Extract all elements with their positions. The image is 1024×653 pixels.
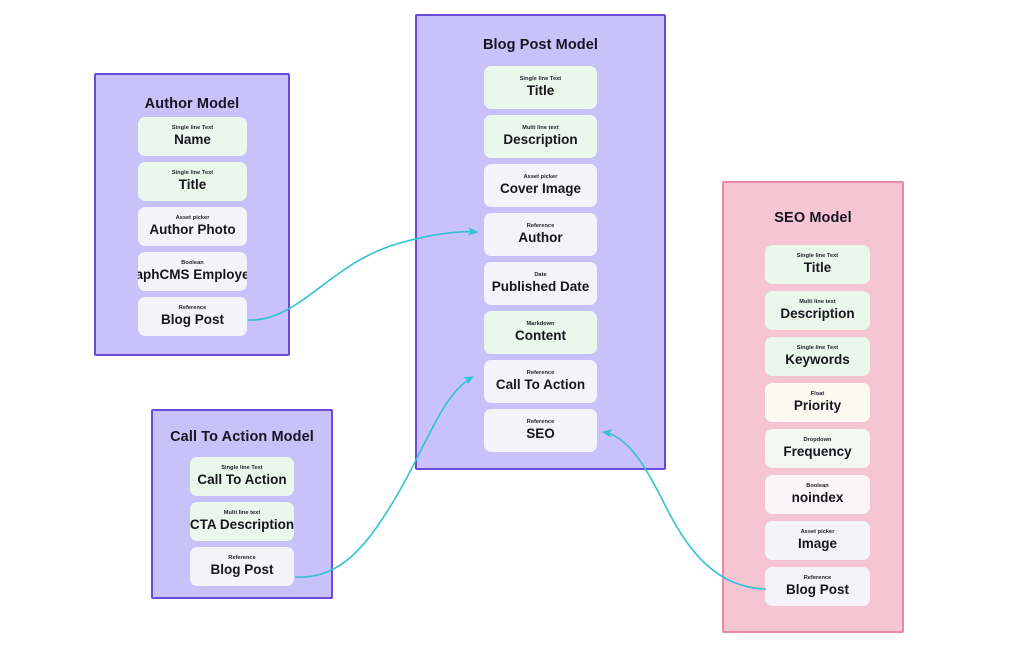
field-card[interactable]: BooleanGraphCMS Employee?: [138, 252, 247, 291]
field-type-label: Asset picker: [175, 214, 210, 221]
model-title-seo-model: SEO Model: [774, 210, 852, 226]
field-type-label: Reference: [803, 574, 832, 581]
field-name-label: Title: [526, 83, 555, 99]
field-type-label: Boolean: [181, 259, 204, 266]
field-card[interactable]: Single line Text Name: [138, 117, 247, 156]
field-card[interactable]: Single line Text Title: [138, 162, 247, 201]
field-card[interactable]: Single line Text Title: [484, 66, 597, 109]
field-card[interactable]: Reference Blog Post: [190, 547, 294, 586]
field-type-label: Multi line text: [223, 509, 261, 516]
model-title-author-model: Author Model: [144, 96, 240, 112]
model-title-blog-post-model: Blog Post Model: [482, 37, 599, 53]
field-card[interactable]: Date Published Date: [484, 262, 597, 305]
field-type-label: Multi line text: [799, 298, 836, 305]
field-name-label: GraphCMS Employee?: [138, 267, 247, 283]
model-title-call-to-action-model: Call To Action Model: [170, 429, 314, 445]
field-type-label: Single line Text: [796, 252, 839, 259]
field-name-label: noindex: [791, 490, 844, 506]
field-name-label: Blog Post: [210, 562, 274, 578]
field-type-label: Single line Text: [221, 464, 263, 471]
field-type-label: Single line Text: [171, 169, 214, 176]
field-card[interactable]: Multi line text CTA Description: [190, 502, 294, 541]
field-card[interactable]: Boolean noindex: [765, 475, 870, 514]
field-card[interactable]: Reference Author: [484, 213, 597, 256]
field-card[interactable]: Asset picker Image: [765, 521, 870, 560]
field-card[interactable]: Multi line text Description: [765, 291, 870, 330]
field-name-label: Published Date: [491, 279, 590, 295]
field-name-label: Author: [518, 230, 563, 246]
field-card[interactable]: Single line Text Keywords: [765, 337, 870, 376]
field-card[interactable]: Dropdown Frequency: [765, 429, 870, 468]
field-name-label: Name: [174, 132, 211, 148]
field-name-label: Call To Action: [495, 377, 586, 393]
diagram-canvas: Author Model Single line Text Name Single l…: [0, 0, 1024, 653]
field-card[interactable]: Reference Blog Post: [765, 567, 870, 606]
field-name-label: Description: [780, 306, 855, 322]
field-type-label: Reference: [526, 222, 555, 229]
field-type-label: Reference: [228, 554, 256, 561]
field-type-label: Asset picker: [800, 528, 835, 535]
field-type-label: Multi line text: [522, 124, 559, 131]
field-type-label: Single line Text: [796, 344, 839, 351]
field-name-label: Frequency: [783, 444, 852, 460]
field-name-label: Image: [797, 536, 838, 552]
field-type-label: Date: [534, 271, 547, 278]
field-type-label: Asset picker: [523, 173, 558, 180]
field-card[interactable]: Single line Text Call To Action: [190, 457, 294, 496]
field-card[interactable]: Markdown Content: [484, 311, 597, 354]
field-card[interactable]: Asset picker Cover Image: [484, 164, 597, 207]
field-card[interactable]: Reference Blog Post: [138, 297, 247, 336]
field-card[interactable]: Asset picker Author Photo: [138, 207, 247, 246]
field-name-label: Title: [178, 177, 207, 193]
field-card[interactable]: Reference Call To Action: [484, 360, 597, 403]
field-card[interactable]: Single line Text Title: [765, 245, 870, 284]
field-type-label: Markdown: [526, 320, 555, 327]
field-type-label: Reference: [526, 369, 555, 376]
field-type-label: Dropdown: [803, 436, 832, 443]
field-type-label: Single line Text: [171, 124, 214, 131]
field-type-label: Float: [810, 390, 825, 397]
field-card[interactable]: Float Priority: [765, 383, 870, 422]
field-name-label: SEO: [526, 426, 555, 442]
field-name-label: Cover Image: [499, 181, 582, 197]
field-name-label: Blog Post: [786, 582, 849, 598]
field-name-label: CTA Description: [190, 517, 294, 533]
field-type-label: Boolean: [806, 482, 829, 489]
field-name-label: Description: [503, 132, 578, 148]
field-name-label: Author Photo: [149, 222, 236, 238]
field-type-label: Single line Text: [519, 75, 562, 82]
field-name-label: Call To Action: [197, 472, 287, 488]
field-name-label: Priority: [793, 398, 842, 414]
field-type-label: Reference: [526, 418, 555, 425]
field-name-label: Keywords: [785, 352, 850, 368]
field-name-label: Content: [515, 328, 566, 344]
field-name-label: Blog Post: [161, 312, 224, 328]
field-name-label: Title: [803, 260, 832, 276]
field-card[interactable]: Reference SEO: [484, 409, 597, 452]
field-type-label: Reference: [178, 304, 207, 311]
field-card[interactable]: Multi line text Description: [484, 115, 597, 158]
